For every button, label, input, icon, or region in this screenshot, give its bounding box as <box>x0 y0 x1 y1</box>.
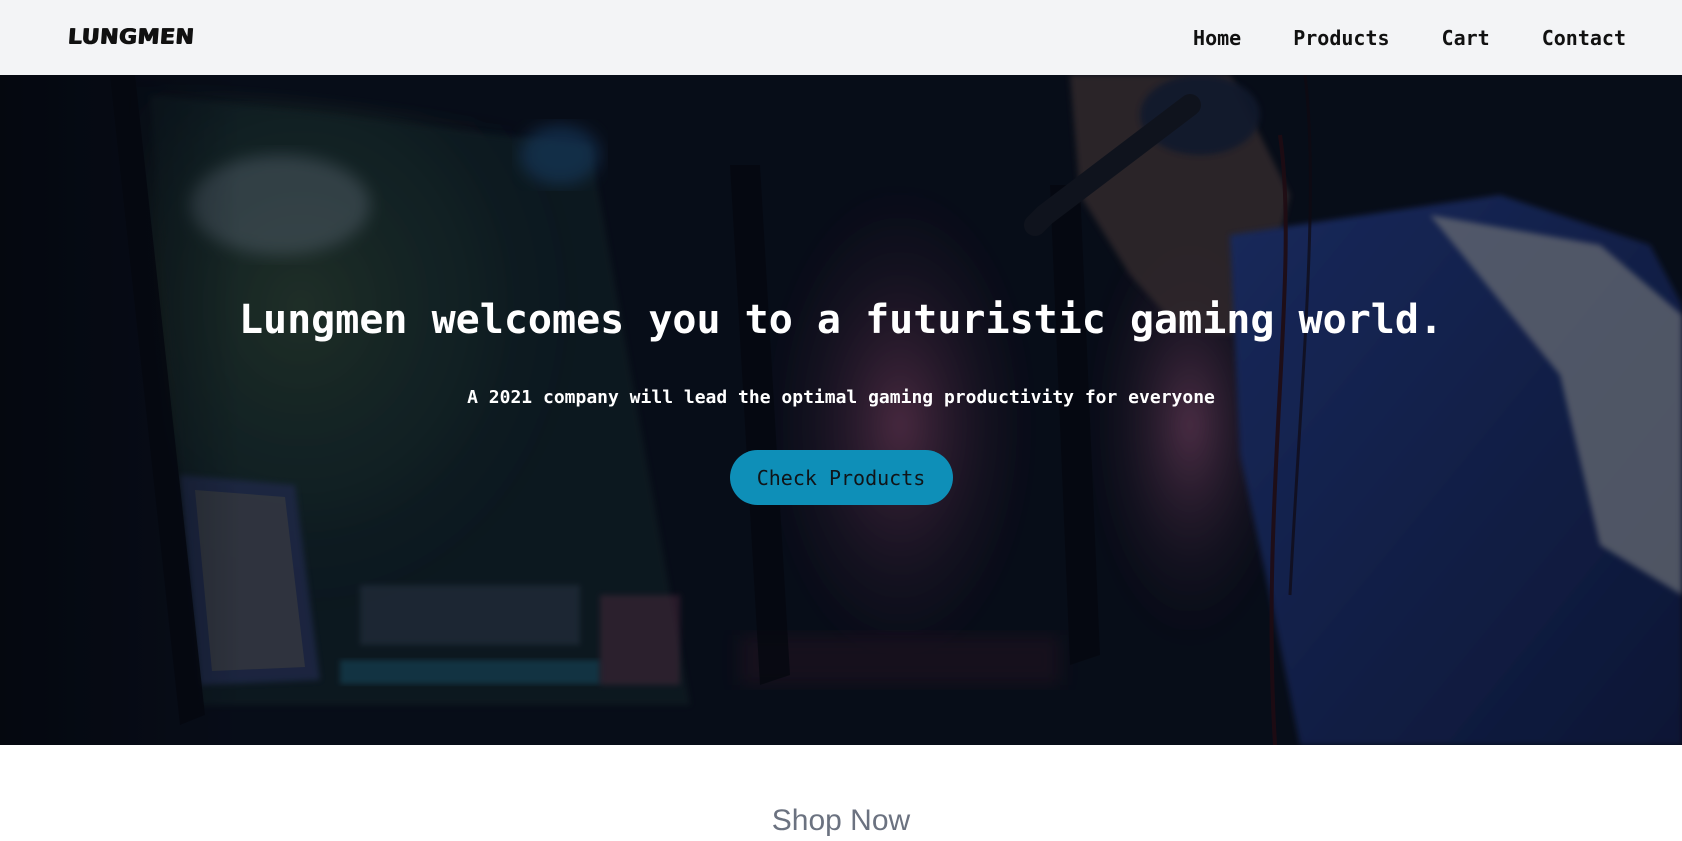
nav-link-products[interactable]: Products <box>1293 26 1389 50</box>
nav-link-contact[interactable]: Contact <box>1542 26 1626 50</box>
check-products-button[interactable]: Check Products <box>729 450 953 505</box>
shop-section: Shop Now <box>0 745 1682 841</box>
shop-heading: Shop Now <box>771 804 911 837</box>
nav-link-cart[interactable]: Cart <box>1442 26 1490 50</box>
nav-links: Home Products Cart Contact <box>1193 26 1626 50</box>
hero-content: Lungmen welcomes you to a futuristic gam… <box>0 75 1682 745</box>
nav-link-home[interactable]: Home <box>1193 26 1241 50</box>
hero-title: Lungmen welcomes you to a futuristic gam… <box>238 297 1444 343</box>
hero-subtitle: A 2021 company will lead the optimal gam… <box>467 387 1215 408</box>
brand-logo[interactable]: LUNGMEN <box>67 26 195 50</box>
navbar: LUNGMEN Home Products Cart Contact <box>0 0 1682 75</box>
hero-section: Lungmen welcomes you to a futuristic gam… <box>0 75 1682 745</box>
